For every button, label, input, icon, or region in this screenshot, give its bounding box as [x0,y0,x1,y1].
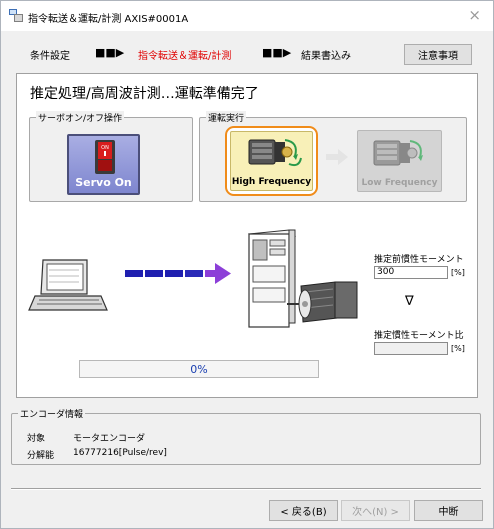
encoder-resolution-value: 16777216[Pulse/rev] [73,448,167,458]
progress-bar: 0% [79,360,319,378]
encoder-target-label: 対象 [27,434,46,444]
footer-separator [11,488,481,490]
transfer-arrow-icon [125,263,231,284]
cancel-button[interactable]: 中断 [414,500,483,521]
step-transfer-run: 指令転送＆運転/計測 [138,51,232,62]
progress-text: 0% [190,363,208,376]
back-button[interactable]: < 戻る(B) [269,500,338,521]
next-button[interactable]: 次へ(N) > [341,500,410,521]
notes-button[interactable]: 注意事項 [404,44,472,65]
inertia-ratio-unit: [%] [451,344,465,353]
laptop-icon [28,259,108,311]
inertia-ratio-label: 推定慣性モーメント比 [374,331,464,341]
step-arrow-icon: ■■▶ [95,46,125,59]
triangle-icon: ∇ [405,294,414,309]
step-arrow-icon: ■■▶ [262,46,292,59]
title-bar: 指令転送＆運転/計測 AXIS#0001A × [1,1,493,31]
encoder-group-label: エンコーダ情報 [18,407,86,420]
dialog-window: 指令転送＆運転/計測 AXIS#0001A × 条件設定 ■■▶ 指令転送＆運転… [0,0,494,529]
servo-amplifier-icon [247,229,297,328]
inertia-ratio-field [374,342,448,355]
step-conditions: 条件設定 [30,51,70,62]
estimated-inertia-unit: [%] [451,268,465,277]
main-panel: 推定処理/高周波計測…運転準備完了 サーボオン/オフ操作 ON Servo On… [16,73,478,398]
window-title: 指令転送＆運転/計測 AXIS#0001A [28,14,189,25]
estimated-inertia-label: 推定前慣性モーメント [374,255,464,265]
motor-icon [287,281,358,323]
app-icon [9,9,23,22]
encoder-info-group: エンコーダ情報 対象 モータエンコーダ 分解能 16777216[Pulse/r… [11,407,481,465]
encoder-resolution-label: 分解能 [27,451,55,461]
estimated-inertia-field: 300 [374,266,448,279]
encoder-target-value: モータエンコーダ [73,434,146,444]
close-icon[interactable]: × [468,7,481,23]
step-write-results: 結果書込み [301,51,351,62]
